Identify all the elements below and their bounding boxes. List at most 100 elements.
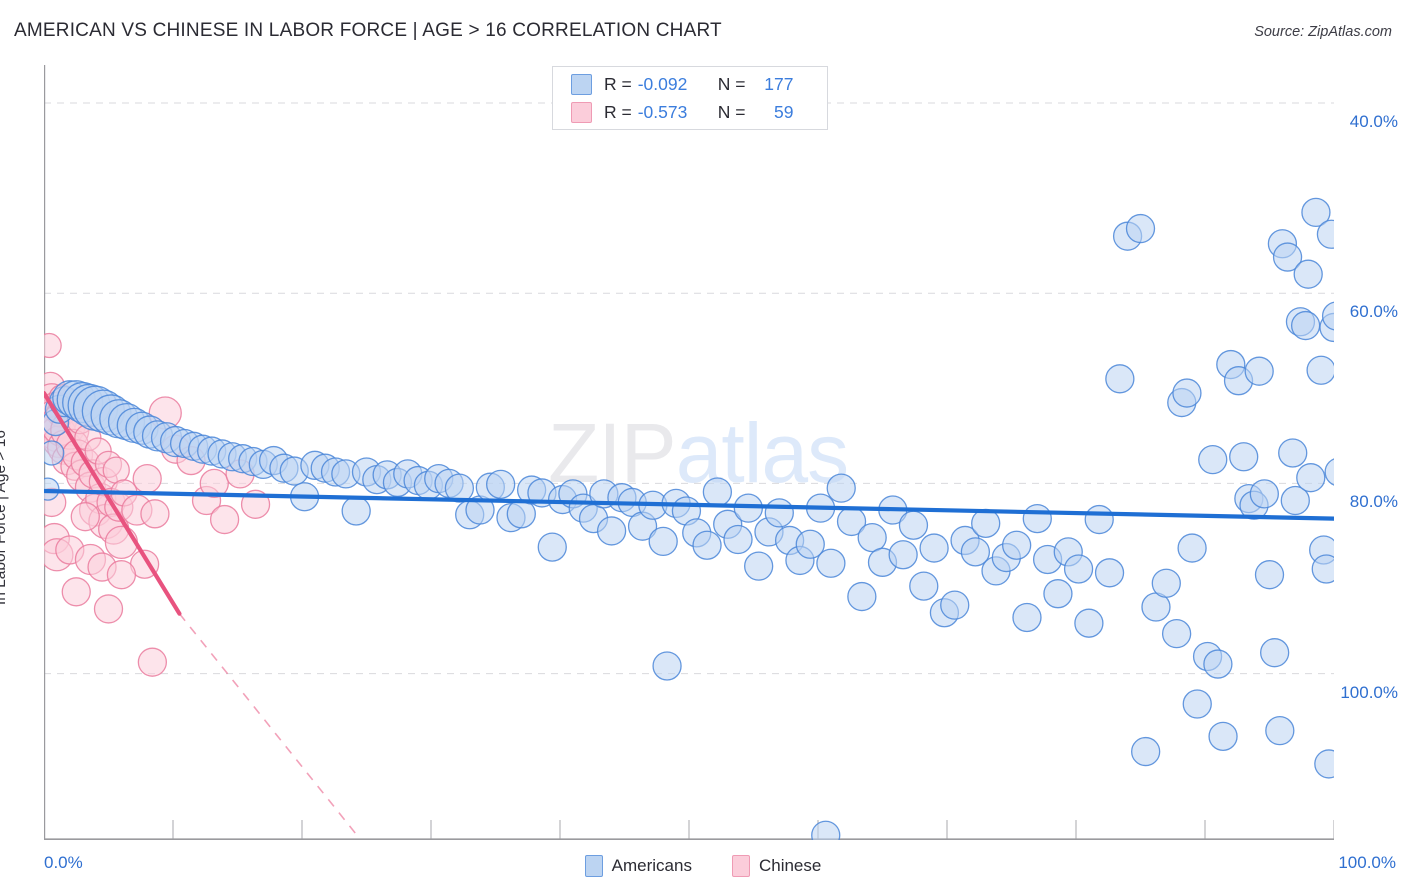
page-title: AMERICAN VS CHINESE IN LABOR FORCE | AGE…: [14, 20, 722, 41]
y-axis-tick-label: 80.0%: [1349, 492, 1398, 512]
data-point: [44, 440, 65, 466]
data-point: [106, 560, 137, 590]
legend-n-value-chinese: 59: [774, 101, 794, 122]
data-point: [102, 456, 130, 484]
data-point: [940, 590, 970, 620]
legend-item-americans[interactable]: Americans: [584, 855, 692, 877]
series-legend: Americans Chinese: [0, 850, 1406, 882]
data-point: [723, 524, 753, 555]
data-point: [764, 498, 794, 528]
legend-n-value-americans: 177: [764, 73, 794, 94]
data-point: [1172, 378, 1202, 408]
legend-n-label-chinese: N =: [717, 101, 746, 122]
data-point: [1260, 638, 1290, 668]
y-axis-tick-label: 100.0%: [1340, 682, 1398, 702]
data-point: [1208, 721, 1238, 751]
legend-swatch-americans: [571, 73, 592, 95]
data-point: [971, 508, 1001, 538]
trendline-chinese-dashed: [178, 613, 361, 840]
data-point: [744, 551, 774, 581]
correlation-legend: R = -0.092 N = 177 R = -0.573 N = 59: [552, 66, 828, 130]
data-point: [1306, 355, 1334, 385]
data-point: [909, 571, 939, 601]
data-point: [919, 533, 949, 563]
data-point: [1105, 364, 1135, 394]
data-point: [1002, 530, 1032, 560]
legend-color-chinese: [731, 855, 750, 877]
data-point: [847, 581, 877, 612]
legend-n-label-americans: N =: [717, 73, 746, 94]
scatter-svg: [44, 65, 1334, 840]
data-point: [1254, 560, 1285, 590]
source-attribution: Source: ZipAtlas.com: [1254, 24, 1392, 40]
data-point: [1074, 608, 1104, 638]
data-point: [104, 525, 139, 560]
legend-label-chinese: Chinese: [758, 856, 822, 875]
legend-r-label-americans: R =: [604, 73, 632, 94]
data-point: [1311, 554, 1334, 584]
data-point: [1084, 504, 1114, 535]
data-point: [1203, 649, 1233, 679]
data-point: [816, 548, 846, 578]
data-point: [1043, 579, 1073, 609]
data-point: [44, 332, 62, 359]
legend-color-americans: [584, 855, 603, 877]
data-point: [140, 499, 170, 529]
data-point: [857, 522, 887, 553]
data-point: [1125, 213, 1156, 244]
data-point: [1198, 444, 1228, 475]
data-point: [692, 530, 722, 560]
y-axis-tick-label: 40.0%: [1349, 112, 1398, 132]
legend-label-americans: Americans: [611, 856, 692, 875]
legend-row-chinese: R = -0.573 N = 59: [553, 99, 827, 125]
legend-item-chinese[interactable]: Chinese: [731, 855, 822, 877]
data-point: [61, 577, 91, 607]
data-point: [648, 526, 678, 557]
data-point: [1063, 554, 1094, 584]
data-point: [1249, 479, 1279, 509]
data-point: [1094, 558, 1125, 588]
data-point: [70, 502, 100, 532]
data-point: [1012, 602, 1042, 633]
x-axis-ticks: [172, 820, 1334, 840]
data-point: [537, 532, 567, 562]
data-point: [1324, 458, 1334, 486]
legend-row-americans: R = -0.092 N = 177: [553, 71, 827, 97]
data-point: [898, 510, 929, 540]
correlation-chart: AMERICAN VS CHINESE IN LABOR FORCE | AGE…: [0, 0, 1406, 892]
data-point: [1131, 736, 1161, 767]
data-point: [1177, 533, 1207, 563]
plot-area: [44, 65, 1334, 840]
data-point: [1265, 715, 1295, 746]
data-point: [888, 540, 918, 570]
data-point: [652, 651, 682, 681]
data-point: [1022, 503, 1052, 534]
data-point: [596, 516, 627, 546]
data-point: [1151, 568, 1181, 598]
data-point: [1229, 442, 1259, 472]
data-point: [341, 496, 371, 526]
legend-r-label-chinese: R =: [604, 101, 632, 122]
data-point: [1290, 310, 1321, 341]
data-point: [826, 473, 856, 503]
data-point: [486, 469, 516, 500]
legend-swatch-chinese: [571, 101, 592, 123]
data-point: [132, 464, 162, 494]
data-point: [702, 477, 733, 507]
data-point: [1161, 619, 1192, 649]
gridlines: [44, 102, 1334, 675]
data-point: [1278, 438, 1308, 468]
data-point: [93, 594, 124, 624]
legend-r-value-americans: -0.092: [637, 73, 688, 94]
data-point: [1244, 356, 1274, 386]
y-axis-title: In Labor Force | Age > 16: [0, 430, 9, 606]
data-point: [209, 504, 240, 535]
data-point: [1182, 689, 1212, 719]
legend-r-value-chinese: -0.573: [637, 101, 688, 122]
data-point: [1293, 259, 1323, 289]
data-point: [1314, 749, 1334, 779]
y-axis-tick-label: 60.0%: [1349, 302, 1398, 322]
data-point: [1296, 463, 1326, 493]
data-point: [137, 647, 168, 677]
data-point: [811, 820, 841, 840]
